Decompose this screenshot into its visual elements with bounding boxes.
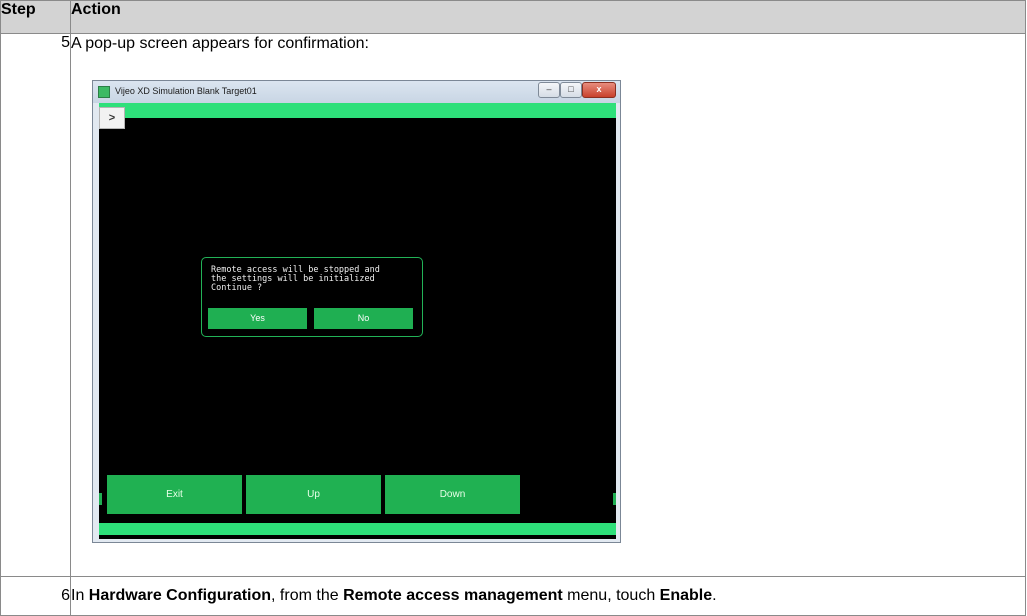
menu-arrow-button[interactable]: > xyxy=(99,107,125,129)
confirmation-dialog: Remote access will be stopped and the se… xyxy=(201,257,423,337)
step-number: 6 xyxy=(0,576,71,616)
step-number: 5 xyxy=(0,33,71,577)
maximize-button[interactable]: □ xyxy=(560,82,582,98)
simulator-window-screenshot: Vijeo XD Simulation Blank Target01 – □ x… xyxy=(92,80,621,543)
down-button[interactable]: Down xyxy=(385,475,520,514)
enable-term: Enable xyxy=(659,587,713,604)
top-status-bar xyxy=(99,103,616,118)
window-title: Vijeo XD Simulation Blank Target01 xyxy=(115,86,257,96)
action-text-segment: In xyxy=(71,587,89,604)
remote-access-management-term: Remote access management xyxy=(343,587,563,604)
action-text-segment: , from the xyxy=(271,587,344,604)
table-header-row: Step Action xyxy=(0,0,1026,34)
no-button[interactable]: No xyxy=(314,308,413,329)
action-text-segment: menu, touch xyxy=(562,587,660,604)
step-column-header: Step xyxy=(0,0,71,34)
bottom-status-bar xyxy=(99,523,616,535)
yes-button[interactable]: Yes xyxy=(208,308,307,329)
minimize-button[interactable]: – xyxy=(538,82,560,98)
action-text-segment: . xyxy=(712,587,717,604)
window-titlebar: Vijeo XD Simulation Blank Target01 – □ x xyxy=(93,81,620,103)
dialog-message: Remote access will be stopped and the se… xyxy=(211,265,380,293)
exit-button[interactable]: Exit xyxy=(107,475,242,514)
action-text: A pop-up screen appears for confirmation… xyxy=(71,35,369,52)
action-cell: In Hardware Configuration, from the Remo… xyxy=(70,576,1026,616)
close-button[interactable]: x xyxy=(582,82,616,98)
hmi-screen: > Remote access will be stopped and the … xyxy=(99,103,616,539)
action-column-header: Action xyxy=(70,0,1026,34)
table-row: 6 In Hardware Configuration, from the Re… xyxy=(0,576,1026,616)
right-edge-marker xyxy=(613,493,616,505)
hardware-configuration-term: Hardware Configuration xyxy=(88,587,272,604)
left-edge-marker xyxy=(99,493,102,505)
up-button[interactable]: Up xyxy=(246,475,381,514)
app-icon xyxy=(98,86,110,98)
